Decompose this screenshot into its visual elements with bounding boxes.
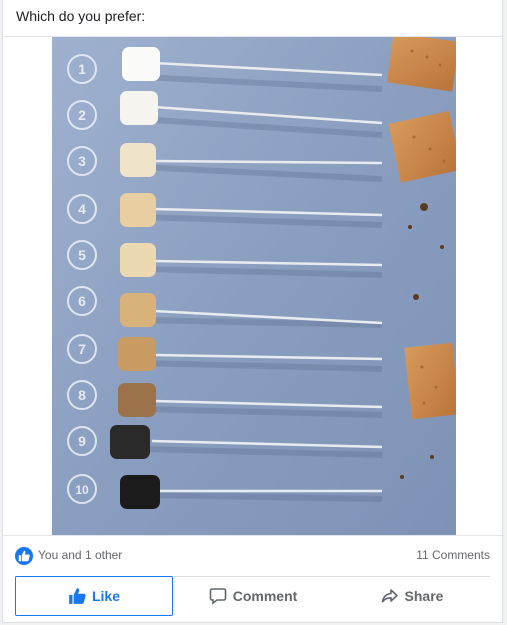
step-number-9: 9: [78, 433, 86, 449]
comment-button-label: Comment: [232, 588, 298, 604]
like-button[interactable]: Like: [15, 576, 173, 616]
step-number-4: 4: [78, 201, 86, 217]
comments-count-link[interactable]: 11 Comments: [416, 548, 490, 562]
like-button-label: Like: [91, 588, 120, 604]
step-number-8: 8: [78, 387, 86, 403]
post-action-bar: Like Comment Share: [15, 576, 491, 618]
step-number-3: 3: [78, 153, 86, 169]
step-number-10: 10: [75, 483, 89, 497]
step-number-1: 1: [78, 61, 86, 77]
post-caption: Which do you prefer:: [16, 8, 146, 24]
photo-background: [52, 37, 456, 535]
post-photo-frame[interactable]: 1 2 3 4 5 6 7 8 9 10: [3, 36, 502, 536]
step-number-7: 7: [78, 341, 86, 357]
share-button-label: Share: [404, 588, 444, 604]
step-number-6: 6: [78, 293, 86, 309]
step-number-2: 2: [78, 107, 86, 123]
thumbs-up-icon: [69, 588, 86, 604]
share-arrow-icon: [381, 589, 398, 603]
reactions-summary[interactable]: You and 1 other: [38, 548, 122, 562]
comment-button[interactable]: Comment: [174, 576, 332, 616]
share-button[interactable]: Share: [333, 576, 491, 616]
comment-icon: [209, 588, 227, 605]
post-card: Which do you prefer: 1 2 3 4 5 6 7 8 9 1…: [2, 0, 503, 623]
post-photo[interactable]: 1 2 3 4 5 6 7 8 9 10: [52, 37, 456, 535]
post-stats-bar: You and 1 other 11 Comments: [3, 540, 502, 570]
step-number-5: 5: [78, 247, 86, 263]
like-reaction-icon[interactable]: [15, 547, 33, 565]
